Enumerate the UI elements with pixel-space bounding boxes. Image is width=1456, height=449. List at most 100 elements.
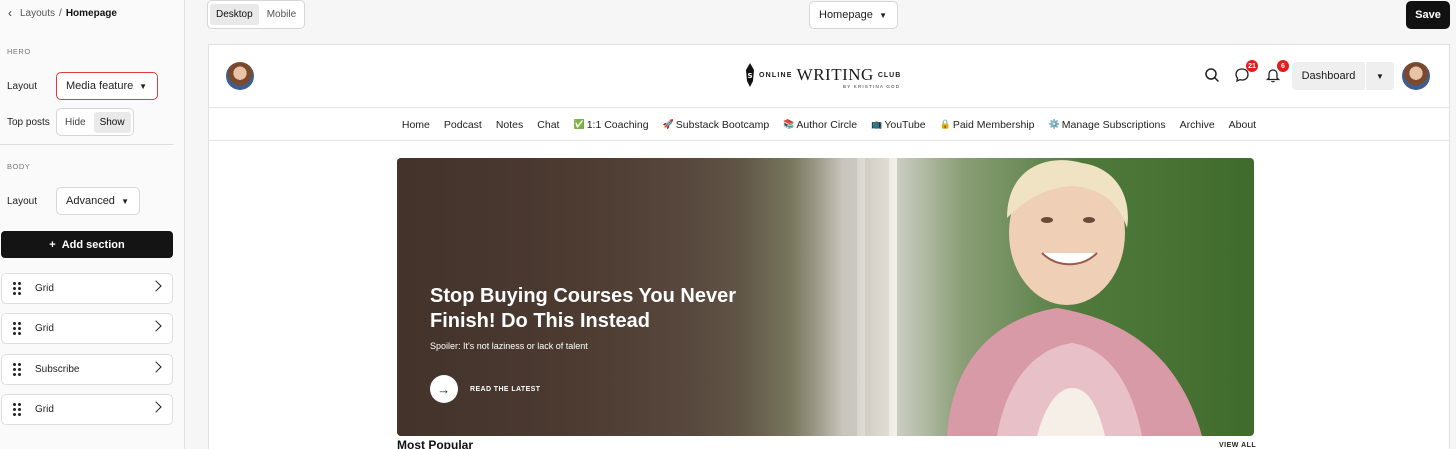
hero-section-heading: HERO <box>7 47 31 56</box>
fountain-pen-icon: S <box>746 63 754 87</box>
caret-down-icon[interactable]: ▼ <box>1366 72 1394 81</box>
add-section-label: Add section <box>61 238 125 251</box>
body-layout-select[interactable]: Advanced ▼ <box>56 187 140 215</box>
user-avatar[interactable] <box>1402 62 1430 90</box>
nav-item-about[interactable]: About <box>1222 119 1263 131</box>
notifications-button[interactable]: 6 <box>1265 60 1289 83</box>
hero-subtitle: Spoiler: It's not laziness or lack of ta… <box>430 341 588 351</box>
nav-item-author-circle[interactable]: 📚 Author Circle <box>776 119 864 131</box>
nav-item-podcast[interactable]: Podcast <box>437 119 489 131</box>
logo-online: ONLINE <box>759 71 793 79</box>
nav-item-label: 1:1 Coaching <box>586 118 649 131</box>
breadcrumb-separator: / <box>59 7 62 19</box>
site-logo[interactable]: S ONLINE WRITING CLUB BY KRISTINA GOD <box>745 63 902 89</box>
dashboard-button[interactable]: Dashboard ▼ <box>1292 62 1394 90</box>
hero-layout-value: Media feature <box>66 80 134 92</box>
hero-layout-select[interactable]: Media feature ▼ <box>56 72 158 100</box>
section-item[interactable]: Grid <box>1 394 173 425</box>
section-item-label: Grid <box>35 323 54 334</box>
tv-icon: 📺 <box>871 119 883 129</box>
chevron-right-icon <box>150 401 162 413</box>
chat-button[interactable]: 21 <box>1234 60 1258 83</box>
nav-item-chat[interactable]: Chat <box>530 119 566 131</box>
logo-byline: BY KRISTINA GOD <box>843 84 901 89</box>
nav-item-bootcamp[interactable]: 🚀 Substack Bootcamp <box>656 119 777 131</box>
nav-item-youtube[interactable]: 📺 YouTube <box>864 119 932 131</box>
read-latest-label: READ THE LATEST <box>470 385 541 393</box>
site-nav: Home Podcast Notes Chat ✅ 1:1 Coaching 🚀 S… <box>209 109 1449 141</box>
drag-handle-icon[interactable] <box>13 363 21 376</box>
top-posts-label: Top posts <box>7 117 50 128</box>
nav-item-label: Author Circle <box>796 118 858 131</box>
nav-item-notes[interactable]: Notes <box>489 119 530 131</box>
settings-sidebar: ‹ Layouts / Homepage HERO Layout Media f… <box>0 0 185 449</box>
section-item-label: Grid <box>35 283 54 294</box>
drag-handle-icon[interactable] <box>13 282 21 295</box>
nav-item-archive[interactable]: Archive <box>1173 119 1222 131</box>
nav-item-coaching[interactable]: ✅ 1:1 Coaching <box>566 119 655 131</box>
device-toggle: Desktop Mobile <box>207 0 306 29</box>
save-button[interactable]: Save <box>1406 1 1450 29</box>
back-chevron-icon[interactable]: ‹ <box>8 6 12 20</box>
nav-item-label: Podcast <box>443 118 482 131</box>
top-posts-hide-option[interactable]: Hide <box>59 112 92 133</box>
hero-title[interactable]: Stop Buying Courses You Never Finish! Do… <box>430 284 760 334</box>
drag-handle-icon[interactable] <box>13 403 21 416</box>
drag-handle-icon[interactable] <box>13 322 21 335</box>
nav-item-label: Archive <box>1179 118 1215 131</box>
nav-item-manage-subscriptions[interactable]: ⚙️ Manage Subscriptions <box>1042 119 1173 131</box>
body-layout-value: Advanced <box>66 195 115 207</box>
caret-down-icon: ▼ <box>139 81 147 91</box>
checkmark-icon: ✅ <box>573 119 585 129</box>
site-header: S ONLINE WRITING CLUB BY KRISTINA GOD 21… <box>209 45 1449 108</box>
mobile-option[interactable]: Mobile <box>261 4 302 25</box>
search-icon[interactable] <box>1204 67 1220 83</box>
read-latest-button[interactable]: → READ THE LATEST <box>430 375 540 403</box>
page-preview: S ONLINE WRITING CLUB BY KRISTINA GOD 21… <box>208 44 1450 449</box>
svg-text:S: S <box>747 72 752 80</box>
section-divider <box>0 144 173 145</box>
section-item[interactable]: Grid <box>1 273 173 304</box>
lock-icon: 🔒 <box>939 119 951 129</box>
nav-item-label: About <box>1228 118 1257 131</box>
breadcrumb-parent[interactable]: Layouts <box>20 8 55 19</box>
chat-badge: 21 <box>1246 60 1258 72</box>
top-posts-show-option[interactable]: Show <box>93 111 131 133</box>
body-layout-label: Layout <box>7 196 38 207</box>
desktop-option[interactable]: Desktop <box>210 4 259 25</box>
logo-writing: WRITING <box>796 65 874 84</box>
body-section-heading: BODY <box>7 162 31 171</box>
dashboard-label: Dashboard <box>1301 70 1356 82</box>
nav-item-label: Home <box>401 118 430 131</box>
gear-icon: ⚙️ <box>1048 119 1060 129</box>
nav-item-label: Notes <box>495 118 524 131</box>
page-select[interactable]: Homepage ▼ <box>809 1 898 29</box>
top-posts-toggle: Hide Show <box>56 108 134 136</box>
chevron-right-icon <box>150 361 162 373</box>
section-item-label: Grid <box>35 404 54 415</box>
caret-down-icon: ▼ <box>121 196 129 206</box>
view-all-link[interactable]: VIEW ALL <box>1219 442 1256 449</box>
breadcrumb-current: Homepage <box>65 7 117 19</box>
add-section-button[interactable]: + Add section <box>1 231 173 258</box>
nav-item-label: Substack Bootcamp <box>675 118 770 131</box>
nav-item-label: Paid Membership <box>952 118 1035 131</box>
nav-item-label: Manage Subscriptions <box>1061 118 1166 131</box>
logo-club: CLUB <box>877 71 902 79</box>
section-item-label: Subscribe <box>35 364 80 375</box>
chevron-right-icon <box>150 320 162 332</box>
section-item[interactable]: Grid <box>1 313 173 344</box>
section-item[interactable]: Subscribe <box>1 354 173 385</box>
nav-item-paid-membership[interactable]: 🔒 Paid Membership <box>933 119 1042 131</box>
nav-item-home[interactable]: Home <box>395 119 437 131</box>
caret-down-icon: ▼ <box>879 10 887 20</box>
publication-avatar[interactable] <box>226 62 254 90</box>
nav-item-label: YouTube <box>884 118 926 131</box>
nav-item-label: Chat <box>537 118 560 131</box>
hero-feature[interactable]: Stop Buying Courses You Never Finish! Do… <box>397 158 1254 436</box>
breadcrumb: ‹ Layouts / Homepage <box>8 6 117 20</box>
rocket-icon: 🚀 <box>662 119 674 129</box>
hero-layout-label: Layout <box>7 81 38 92</box>
chevron-right-icon <box>150 280 162 292</box>
arrow-right-icon: → <box>430 375 458 403</box>
